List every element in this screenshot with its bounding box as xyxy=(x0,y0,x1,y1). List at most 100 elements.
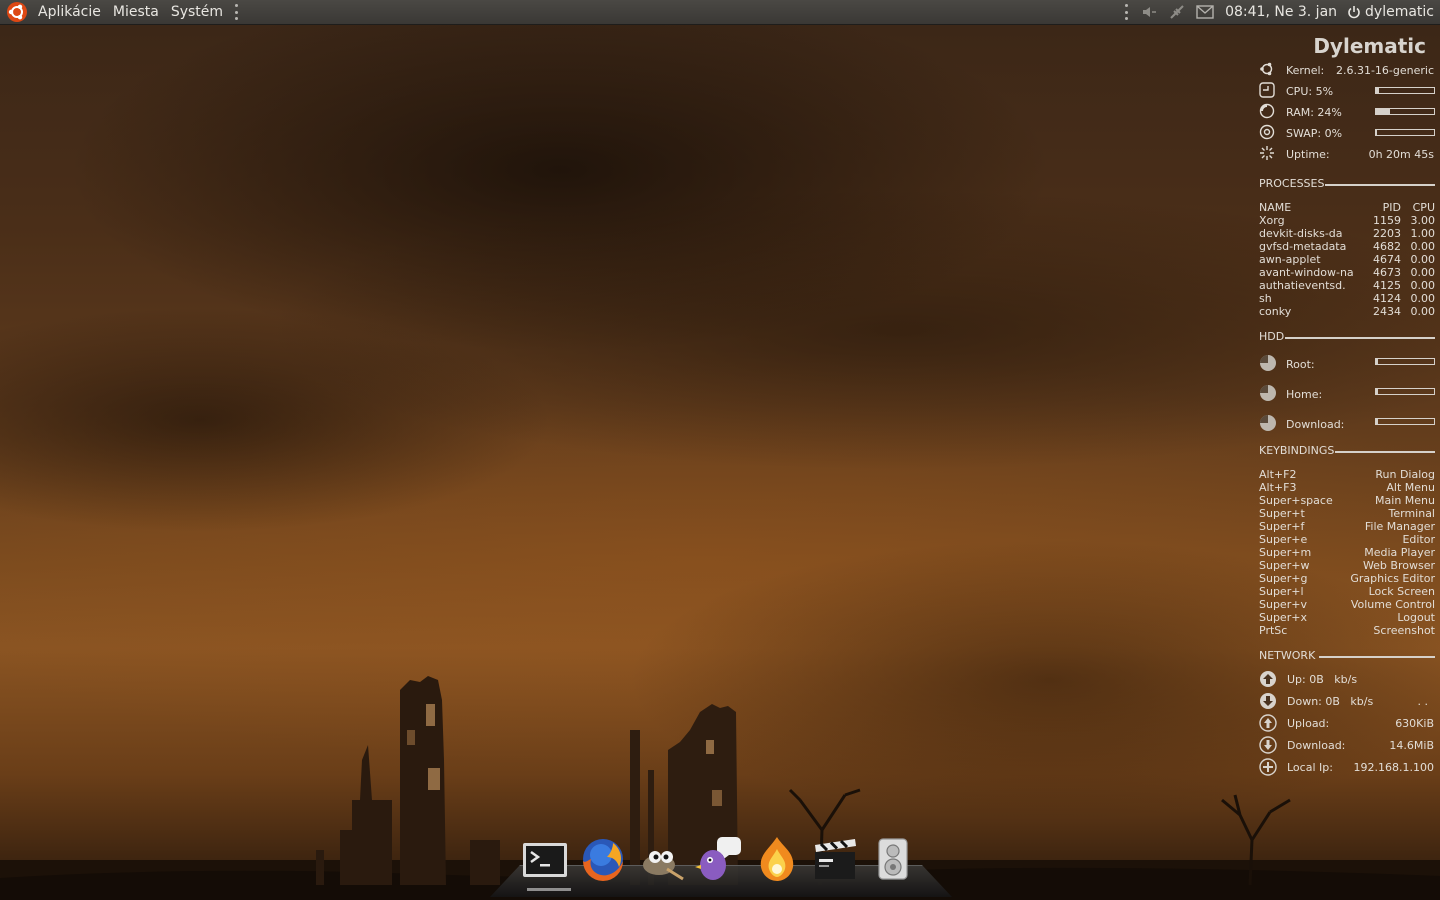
ram-bar xyxy=(1375,108,1435,115)
key-action: Editor xyxy=(1402,533,1435,546)
process-cpu: 0.00 xyxy=(1410,266,1436,279)
hdd-home-row: Home: xyxy=(1256,382,1436,412)
net-download-value: 14.6MiB xyxy=(1389,739,1434,752)
top-panel-right: 08:41, Ne 3. jan dylematic xyxy=(1119,0,1440,24)
table-row: sh 4124 0.00 xyxy=(1259,292,1435,305)
table-row: conky 2434 0.00 xyxy=(1259,305,1435,318)
menu-applications[interactable]: Aplikácie xyxy=(32,0,107,24)
process-name: authatieventsd. xyxy=(1259,279,1346,292)
clock[interactable]: 08:41, Ne 3. jan xyxy=(1219,4,1343,20)
list-item: Super+v Volume Control xyxy=(1259,598,1435,611)
process-cpu: 1.00 xyxy=(1410,227,1436,240)
key-action: Graphics Editor xyxy=(1350,572,1435,585)
key-action: Terminal xyxy=(1388,507,1436,520)
net-download-row: Download: 14.6MiB xyxy=(1256,735,1436,757)
user-menu[interactable]: dylematic xyxy=(1343,4,1434,20)
table-row: authatieventsd. 4125 0.00 xyxy=(1259,279,1435,292)
list-item: Super+f File Manager xyxy=(1259,520,1435,533)
list-item: Super+x Logout xyxy=(1259,611,1435,624)
arrow-down-icon xyxy=(1260,693,1276,709)
uptime-row: Uptime: 0h 20m 45s xyxy=(1256,144,1436,165)
process-cpu: 0.00 xyxy=(1410,279,1436,292)
volume-icon[interactable] xyxy=(1140,3,1158,21)
firefox-icon xyxy=(583,839,623,881)
top-panel: Aplikácie Miesta Systém 08:41, Ne 3. jan… xyxy=(0,0,1440,25)
conky-title: Dylematic xyxy=(1313,34,1426,58)
panel-handle-icon[interactable] xyxy=(1125,4,1129,20)
net-localip-row: Local Ip: 192.168.1.100 xyxy=(1256,757,1436,779)
swap-row: SWAP: 0% xyxy=(1256,123,1436,144)
pidgin-icon xyxy=(695,837,741,880)
process-name: awn-applet xyxy=(1259,253,1321,266)
swap-label: SWAP: 0% xyxy=(1286,127,1343,140)
key-combo: Super+t xyxy=(1259,507,1305,520)
key-combo: Super+m xyxy=(1259,546,1312,559)
key-combo: Super+space xyxy=(1259,494,1333,507)
net-down-graph: . . xyxy=(1417,695,1429,708)
swap-icon xyxy=(1259,124,1275,140)
process-pid: 4125 xyxy=(1373,279,1401,292)
mail-icon[interactable] xyxy=(1196,3,1214,21)
process-cpu: 0.00 xyxy=(1410,253,1436,266)
gimp-icon xyxy=(643,851,684,881)
key-action: Media Player xyxy=(1364,546,1435,559)
hdd-download-bar-fill xyxy=(1376,419,1379,424)
hdd-root-bar-fill xyxy=(1376,359,1379,364)
network-heading-label: NETWORK xyxy=(1259,649,1316,662)
dock-item-pidgin[interactable] xyxy=(694,834,744,884)
net-localip-label: Local Ip: xyxy=(1287,761,1333,774)
kernel-row: Kernel: 2.6.31-16-generic xyxy=(1256,60,1436,81)
video-editor-icon xyxy=(815,839,856,879)
disk-pie-icon xyxy=(1260,415,1276,431)
disk-pie-icon xyxy=(1260,355,1276,371)
key-combo: Super+g xyxy=(1259,572,1308,585)
processes-divider xyxy=(1325,184,1435,186)
dock-item-firefox[interactable] xyxy=(578,834,628,884)
key-combo: Super+v xyxy=(1259,598,1307,611)
kernel-label: Kernel: xyxy=(1286,64,1325,77)
power-icon xyxy=(1348,6,1360,19)
process-name: Xorg xyxy=(1259,214,1285,227)
network-divider xyxy=(1319,656,1435,658)
net-down-label: Down: 0B kb/s xyxy=(1287,695,1374,708)
burner-icon xyxy=(760,837,794,881)
key-combo: Super+l xyxy=(1259,585,1304,598)
process-pid: 4124 xyxy=(1373,292,1401,305)
conky-panel: Dylematic Kernel: 2.6.31-16-generic CPU:… xyxy=(1256,32,1436,779)
menu-system[interactable]: Systém xyxy=(165,0,229,24)
dock xyxy=(520,834,918,884)
column-header-pid: PID xyxy=(1382,201,1401,214)
ruined-building-left xyxy=(316,676,500,885)
ubuntu-logo-icon[interactable] xyxy=(6,1,28,23)
keybindings-table: Alt+F2 Run Dialog Alt+F3 Alt Menu Super+sp… xyxy=(1259,468,1435,637)
process-name: devkit-disks-da xyxy=(1259,227,1343,240)
download-icon xyxy=(1259,736,1277,754)
hdd-home-bar-fill xyxy=(1376,389,1379,394)
hdd-home-label: Home: xyxy=(1286,388,1323,401)
process-name: gvfsd-metadata xyxy=(1259,240,1347,253)
processes-heading: PROCESSES xyxy=(1256,177,1436,191)
list-item: Super+m Media Player xyxy=(1259,546,1435,559)
process-pid: 1159 xyxy=(1373,214,1401,227)
ram-icon xyxy=(1259,103,1275,119)
dock-item-terminal[interactable] xyxy=(520,834,570,884)
cpu-bar-fill xyxy=(1376,88,1379,93)
dock-item-audio[interactable] xyxy=(868,834,918,884)
panel-handle-icon[interactable] xyxy=(235,4,239,20)
key-action: Run Dialog xyxy=(1375,468,1435,481)
net-down-row: Down: 0B kb/s . . xyxy=(1256,691,1436,713)
menu-places[interactable]: Miesta xyxy=(107,0,165,24)
process-name: conky xyxy=(1259,305,1292,318)
network-icon[interactable] xyxy=(1168,3,1186,21)
dock-item-brasero[interactable] xyxy=(752,834,802,884)
list-item: Super+e Editor xyxy=(1259,533,1435,546)
dock-item-video-editor[interactable] xyxy=(810,834,860,884)
net-upload-value: 630KiB xyxy=(1395,717,1434,730)
dock-item-gimp[interactable] xyxy=(636,834,686,884)
ram-label: RAM: 24% xyxy=(1286,106,1342,119)
cpu-icon xyxy=(1259,82,1275,98)
key-combo: Super+f xyxy=(1259,520,1305,533)
list-item: Super+space Main Menu xyxy=(1259,494,1435,507)
net-up-row: Up: 0B kb/s xyxy=(1256,669,1436,691)
hdd-divider xyxy=(1285,337,1435,339)
